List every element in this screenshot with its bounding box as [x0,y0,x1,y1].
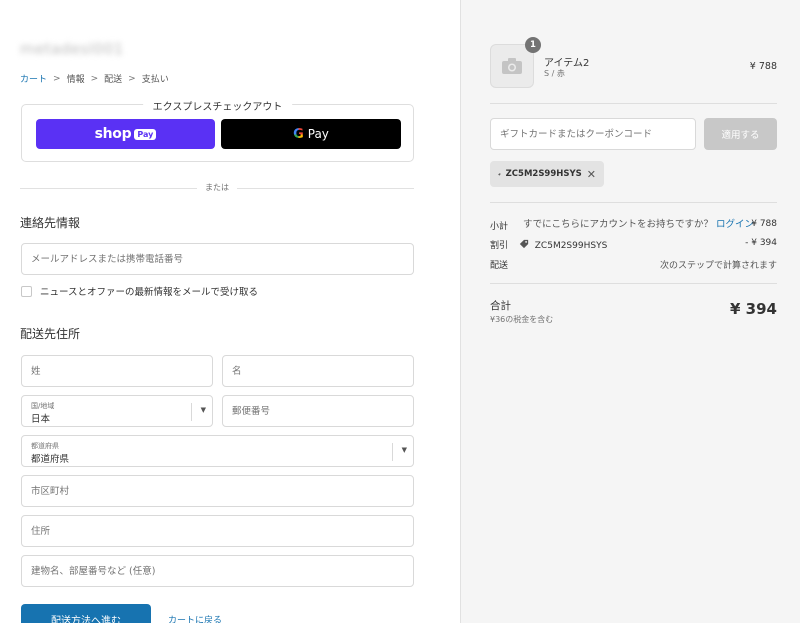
google-pay-button[interactable]: G Pay [221,119,401,149]
discount-value: - ¥ 394 [745,238,777,248]
subtotal-value: ¥ 788 [751,219,777,229]
last-name-input[interactable] [22,356,212,386]
discount-code-field[interactable] [490,118,696,150]
first-name-input[interactable] [223,356,413,386]
subtotal-label: 小計 [490,222,509,232]
postal-code-field[interactable] [222,395,414,427]
shipping-row: 配送 次のステップで計算されます [490,258,777,271]
select-divider [392,443,393,461]
divider [490,202,777,203]
newsletter-checkbox[interactable] [21,285,32,297]
chevron-down-icon: ▼ [200,406,206,414]
contact-heading: 連絡先情報 [20,216,81,230]
product-variant: S / 赤 [544,69,565,78]
prefecture-select[interactable]: 都道府県 都道府県 ▼ [21,435,414,467]
product-name: アイテム2 [544,58,590,69]
apply-discount-button[interactable]: 適用する [704,118,777,150]
country-value: 日本 [31,414,51,425]
or-divider-label: または [197,182,237,193]
prefecture-value: 都道府県 [31,454,70,465]
address-input[interactable] [22,516,413,546]
discount-code-input[interactable] [491,119,695,149]
continue-to-shipping-button[interactable]: 配送方法へ進む [21,604,151,623]
breadcrumb-payment: 支払い [141,75,169,85]
city-field[interactable] [21,475,414,507]
breadcrumb-information: 情報 [66,75,85,85]
google-g-icon: G [293,126,304,142]
shop-pay-logo: shop [94,126,132,142]
chevron-right-icon: > [53,73,61,84]
shop-pay-button[interactable]: shop Pay [36,119,215,149]
email-field[interactable] [21,243,414,275]
discount-label: 割引 [490,241,509,251]
building-input[interactable] [22,556,413,586]
shipping-label: 配送 [490,261,509,271]
total-value: ¥ 394 [730,300,777,318]
first-name-field[interactable] [222,355,414,387]
breadcrumb: カート > 情報 > 配送 > 支払い [20,72,169,86]
country-select[interactable]: 国/地域 日本 ▼ [21,395,213,427]
subtotal-row: 小計 ¥ 788 [490,219,777,232]
or-divider: または [20,182,414,193]
applied-coupon-chip: ZC5M2S99HSYS ✕ [490,161,604,187]
chevron-right-icon: > [90,73,99,84]
total-label: 合計 [490,300,511,312]
newsletter-row[interactable]: ニュースとオファーの最新情報をメールで受け取る [21,284,258,298]
quantity-badge: 1 [525,37,541,53]
address-field[interactable] [21,515,414,547]
tag-icon [498,172,501,176]
breadcrumb-cart[interactable]: カート [20,72,47,85]
chevron-right-icon: > [128,73,136,84]
breadcrumb-shipping: 配送 [104,75,123,85]
total-tax-note: ¥36の税金を含む [490,315,554,324]
express-checkout-title: エクスプレスチェックアウト [142,98,293,113]
discount-code: ZC5M2S99HSYS [534,241,608,251]
prefecture-label: 都道府県 [31,442,59,450]
city-input[interactable] [22,476,413,506]
express-checkout: エクスプレスチェックアウト shop Pay G Pay [21,98,414,162]
camera-icon [502,58,522,74]
building-field[interactable] [21,555,414,587]
newsletter-label: ニュースとオファーの最新情報をメールで受け取る [40,287,259,298]
google-pay-label: Pay [307,127,329,141]
select-divider [191,403,192,421]
close-icon[interactable]: ✕ [587,168,596,181]
divider [490,283,777,284]
last-name-field[interactable] [21,355,213,387]
divider [490,103,777,104]
email-input[interactable] [22,244,413,274]
coupon-code: ZC5M2S99HSYS [505,169,582,179]
shipping-heading: 配送先住所 [20,327,81,341]
return-to-cart-link[interactable]: カートに戻る [168,613,222,623]
tag-icon [519,239,529,249]
product-price: ¥ 788 [749,61,777,72]
postal-code-input[interactable] [223,396,413,426]
store-name: metadesl001 [20,40,124,58]
country-label: 国/地域 [31,402,55,410]
discount-row: 割引 ZC5M2S99HSYS - ¥ 394 [490,238,777,251]
shop-pay-badge: Pay [134,128,157,140]
shipping-value: 次のステップで計算されます [659,261,777,271]
chevron-down-icon: ▼ [401,446,407,454]
